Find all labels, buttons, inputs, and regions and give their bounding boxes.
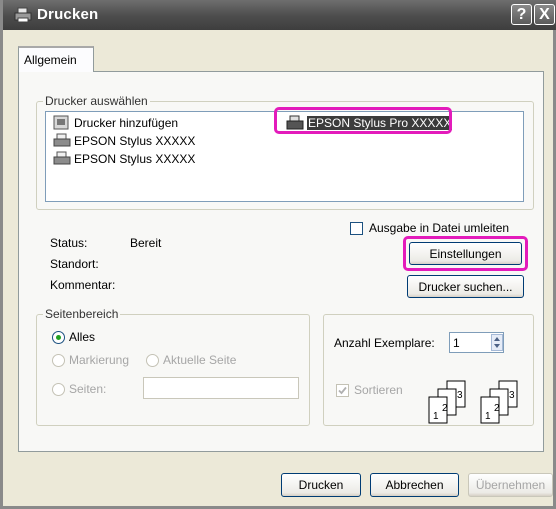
cancel-button[interactable]: Abbrechen xyxy=(370,473,459,497)
collated-pages-icon: 1 2 3 xyxy=(480,380,518,424)
page-number: 1 xyxy=(485,411,491,422)
close-button[interactable]: X xyxy=(534,4,555,25)
window-title: Drucken xyxy=(37,6,99,23)
radio-all[interactable] xyxy=(52,331,65,344)
checkmark-icon xyxy=(338,386,347,395)
radio-current-page[interactable] xyxy=(146,354,159,367)
comment-label: Kommentar: xyxy=(50,278,116,292)
printer-icon xyxy=(53,151,71,165)
page-number: 3 xyxy=(509,390,515,401)
tab-allgemein[interactable]: Allgemein xyxy=(18,46,94,72)
print-button-label: Drucken xyxy=(298,478,344,492)
highlight-settings-button xyxy=(403,236,528,271)
printer-icon xyxy=(14,7,32,23)
pages-input[interactable] xyxy=(143,377,299,399)
print-button[interactable]: Drucken xyxy=(281,473,361,497)
printer-name: Drucker hinzufügen xyxy=(74,116,179,130)
collate-label: Sortieren xyxy=(354,383,403,397)
radio-current-page-label: Aktuelle Seite xyxy=(163,353,237,367)
spin-buttons[interactable] xyxy=(491,334,503,351)
radio-pages[interactable] xyxy=(52,383,65,396)
location-label: Standort: xyxy=(50,257,99,271)
tab-label: Allgemein xyxy=(24,53,77,67)
cancel-button-label: Abbrechen xyxy=(385,478,444,492)
printer-icon xyxy=(53,133,71,147)
apply-button[interactable]: Übernehmen xyxy=(468,473,553,497)
spin-arrows-icon xyxy=(494,337,500,348)
printer-name: EPSON Stylus XXXXX xyxy=(74,152,196,166)
radio-pages-label: Seiten: xyxy=(69,382,107,396)
page-number: 2 xyxy=(494,403,500,414)
printer-name: EPSON Stylus XXXXX xyxy=(74,134,196,148)
print-to-file-label: Ausgabe in Datei umleiten xyxy=(369,221,510,235)
highlight-selected-printer xyxy=(274,107,452,134)
add-printer-icon xyxy=(53,115,69,130)
page-range-title: Seitenbereich xyxy=(43,307,121,321)
page-number: 2 xyxy=(442,403,448,414)
radio-selection[interactable] xyxy=(52,354,65,367)
page-number: 3 xyxy=(457,390,463,401)
find-printer-button-label: Drucker suchen... xyxy=(418,280,513,294)
page-number: 1 xyxy=(433,411,439,422)
status-value: Bereit xyxy=(130,236,162,250)
collated-pages-icon: 1 2 3 xyxy=(428,380,466,424)
radio-selected-dot xyxy=(56,335,61,340)
collate-checkbox[interactable] xyxy=(336,384,349,397)
help-button[interactable]: ? xyxy=(511,4,532,25)
print-to-file-checkbox[interactable] xyxy=(350,222,363,235)
copies-value: 1 xyxy=(453,336,460,350)
radio-selection-label: Markierung xyxy=(69,353,130,367)
print-dialog: Drucken ? X Allgemein Drucker auswählen … xyxy=(0,0,556,509)
status-label: Status: xyxy=(50,236,88,250)
apply-button-label: Übernehmen xyxy=(475,478,546,492)
title-bar[interactable]: Drucken ? X xyxy=(3,0,556,30)
find-printer-button[interactable]: Drucker suchen... xyxy=(407,275,524,298)
radio-all-label: Alles xyxy=(69,330,96,344)
copies-label: Anzahl Exemplare: xyxy=(334,336,435,350)
printer-select-title: Drucker auswählen xyxy=(43,94,150,108)
